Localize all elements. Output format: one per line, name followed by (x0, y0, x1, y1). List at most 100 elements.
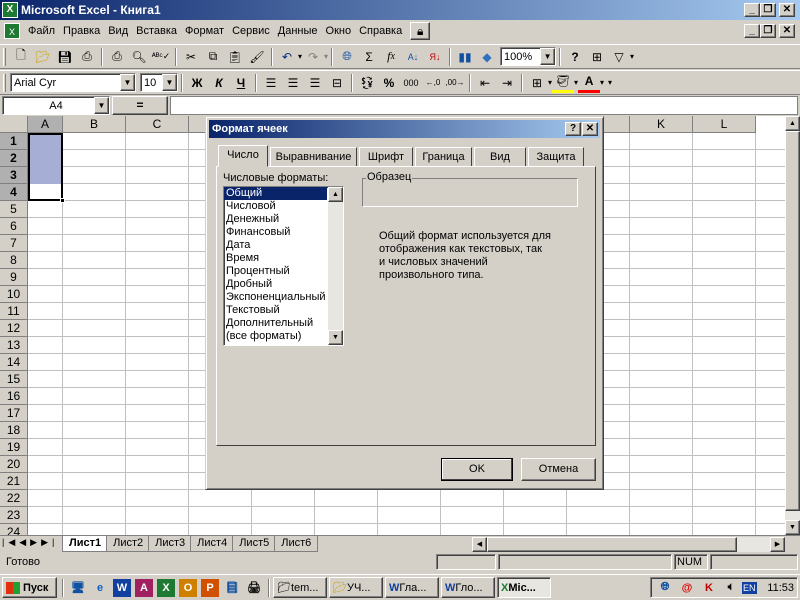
help-icon[interactable]: ? (564, 46, 586, 67)
doc-close-button[interactable]: ✕ (779, 24, 795, 38)
explorer-icon[interactable]: 🖨︎ (245, 579, 263, 597)
save-icon[interactable]: 💾︎ (54, 46, 76, 67)
format-item[interactable]: Дробный (224, 278, 327, 291)
row-header-9[interactable]: 9 (0, 269, 28, 286)
align-center-icon[interactable]: ☰ (282, 72, 304, 93)
scroll-up-icon[interactable]: ▲ (328, 187, 343, 202)
sort-desc-icon[interactable]: Я↓ (424, 46, 446, 67)
undo-icon[interactable]: ↶ (276, 46, 298, 67)
redo-icon[interactable]: ↷ (302, 46, 324, 67)
tab-alignment[interactable]: Выравнивание (270, 147, 357, 167)
sheet-tab-1[interactable]: Лист1 (62, 536, 109, 552)
format-item[interactable]: Дополнительный (224, 317, 327, 330)
row-header-22[interactable]: 22 (0, 490, 28, 507)
column-header-B[interactable]: B (63, 116, 126, 133)
zoom-combo[interactable]: 100% ▼ (500, 47, 557, 66)
horizontal-scroll-thumb[interactable] (487, 537, 737, 552)
row-header-15[interactable]: 15 (0, 371, 28, 388)
font-name-combo[interactable]: Arial Cyr ▼ (10, 73, 136, 92)
scroll-up-icon[interactable]: ▲ (785, 116, 800, 131)
lock-icon[interactable]: 🔒︎ (410, 22, 431, 40)
dialog-close-button[interactable]: ✕ (582, 122, 598, 136)
format-item[interactable]: Процентный (224, 265, 327, 278)
menu-tools[interactable]: Сервис (228, 25, 274, 37)
toolbar-options-icon[interactable]: ▾ (608, 78, 612, 87)
vertical-scroll-thumb[interactable] (785, 131, 800, 511)
print-icon[interactable]: ⎙ (106, 46, 128, 67)
format-item[interactable]: Денежный (224, 213, 327, 226)
chart-wizard-icon[interactable]: ▮▮ (454, 46, 476, 67)
sheet-tab-5[interactable]: Лист5 (232, 536, 277, 552)
merge-center-icon[interactable]: ⊟ (326, 72, 348, 93)
row-header-16[interactable]: 16 (0, 388, 28, 405)
chevron-down-icon[interactable]: ▼ (120, 74, 135, 91)
menu-help[interactable]: Справка (355, 25, 406, 37)
autosum-icon[interactable]: Σ (358, 46, 380, 67)
paste-icon[interactable]: 📋︎ (224, 46, 246, 67)
form-icon[interactable]: ⊞ (586, 46, 608, 67)
row-header-4[interactable]: 4 (0, 184, 28, 201)
row-header-14[interactable]: 14 (0, 354, 28, 371)
menu-format[interactable]: Формат (181, 25, 228, 37)
menu-insert[interactable]: Вставка (132, 25, 181, 37)
row-header-11[interactable]: 11 (0, 303, 28, 320)
formula-input[interactable] (170, 96, 798, 115)
task-folder[interactable]: 📂︎ УЧ... (329, 577, 383, 598)
doc-minimize-button[interactable]: _ (744, 24, 760, 38)
decrease-decimal-icon[interactable]: ,00→ (444, 72, 466, 93)
thousands-button[interactable]: 000 (400, 72, 422, 93)
format-item[interactable]: Экспоненциальный (224, 291, 327, 304)
task-word-1[interactable]: W Гла... (385, 577, 439, 598)
row-header-5[interactable]: 5 (0, 201, 28, 218)
row-header-3[interactable]: 3 (0, 167, 28, 184)
redo-dropdown-icon[interactable]: ▾ (324, 52, 328, 61)
new-icon[interactable]: 🗋︎ (10, 46, 32, 67)
filter-icon[interactable]: ▽ (608, 46, 630, 67)
vertical-scrollbar[interactable]: ▲ ▼ (785, 116, 800, 535)
font-color-icon[interactable]: A (578, 72, 601, 93)
column-header-K[interactable]: K (630, 116, 693, 133)
row-header-8[interactable]: 8 (0, 252, 28, 269)
format-item[interactable]: Дата (224, 239, 327, 252)
cell-selection[interactable] (28, 133, 65, 203)
tab-patterns[interactable]: Вид (474, 147, 526, 167)
formats-scrollbar[interactable]: ▲ ▼ (328, 187, 343, 345)
scroll-down-icon[interactable]: ▼ (328, 330, 343, 345)
doc-restore-button[interactable]: ❐ (760, 24, 776, 38)
menu-file[interactable]: Файл (24, 25, 59, 37)
menu-window[interactable]: Окно (322, 25, 356, 37)
task-excel[interactable]: X Mic... (497, 577, 551, 598)
bold-button[interactable]: Ж (186, 72, 208, 93)
row-header-13[interactable]: 13 (0, 337, 28, 354)
cut-icon[interactable]: ✂ (180, 46, 202, 67)
desktop-icon[interactable]: 🖥︎ (69, 579, 87, 597)
toolbar-grip-2[interactable] (3, 73, 6, 92)
row-header-19[interactable]: 19 (0, 439, 28, 456)
kaspersky-icon[interactable]: K (700, 579, 718, 597)
row-header-23[interactable]: 23 (0, 507, 28, 524)
print-preview-icon[interactable]: 🔍︎ (128, 46, 150, 67)
column-header-L[interactable]: L (693, 116, 756, 133)
close-button[interactable]: ✕ (779, 3, 795, 17)
function-icon[interactable]: fx (380, 46, 402, 67)
restore-button[interactable]: ❐ (760, 3, 776, 17)
sort-asc-icon[interactable]: A↓ (402, 46, 424, 67)
format-painter-icon[interactable]: 🖌︎ (246, 46, 268, 67)
task-word-2[interactable]: W Гло... (441, 577, 495, 598)
currency-icon[interactable]: 💱︎ (356, 72, 378, 93)
column-header-C[interactable]: C (126, 116, 189, 133)
permission-icon[interactable]: ⎙ (76, 46, 98, 67)
underline-button[interactable]: Ч (230, 72, 252, 93)
menu-view[interactable]: Вид (104, 25, 132, 37)
row-header-21[interactable]: 21 (0, 473, 28, 490)
format-item[interactable]: Общий (224, 187, 327, 200)
speaker-icon[interactable]: 🔈︎ (722, 579, 740, 597)
font-size-combo[interactable]: 10 ▼ (140, 73, 178, 92)
fill-handle[interactable] (60, 198, 65, 203)
equals-button[interactable]: = (112, 96, 168, 115)
scroll-left-icon[interactable]: ◀ (472, 537, 487, 552)
format-item[interactable]: Время (224, 252, 327, 265)
name-box[interactable]: A4 ▼ (2, 96, 110, 115)
toolbar-grip[interactable] (3, 47, 6, 66)
language-indicator[interactable]: EN (742, 581, 757, 594)
